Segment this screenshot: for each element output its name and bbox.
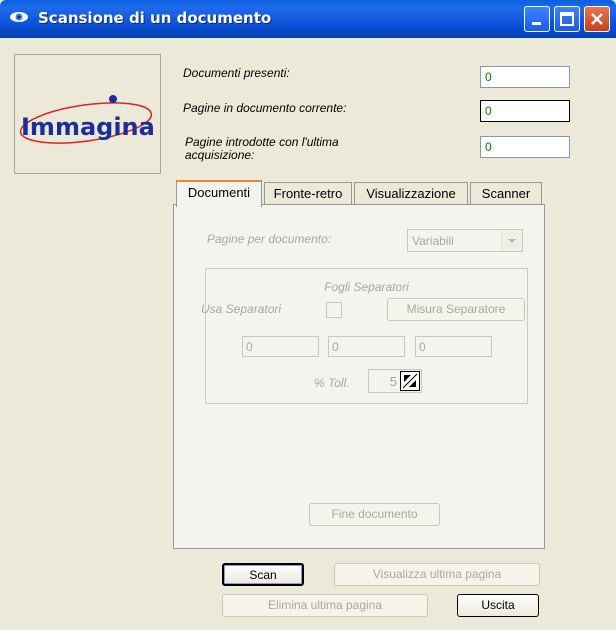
documents-count-field[interactable]: 0 [480, 66, 570, 88]
measure-value-2[interactable]: 0 [328, 336, 405, 357]
exit-label: Uscita [481, 598, 515, 612]
separator-group-title: Fogli Separatori [324, 280, 409, 294]
separator-sheets-group: Fogli Separatori Usa Separatori Misura S… [201, 268, 528, 404]
app-eye-icon [10, 12, 28, 22]
minimize-button[interactable] [524, 6, 550, 32]
end-document-button[interactable]: Fine documento [309, 503, 440, 526]
immagina-logo: Immagina [19, 95, 155, 144]
tolerance-spin-buttons[interactable] [400, 371, 420, 391]
maximize-icon [560, 12, 574, 26]
dropdown-arrow-button[interactable] [501, 231, 521, 250]
minimize-icon [532, 22, 541, 25]
maximize-button[interactable] [554, 6, 580, 32]
spin-up-down-icon [402, 373, 418, 389]
tab-scanner[interactable]: Scanner [470, 182, 542, 206]
use-separator-checkbox[interactable] [326, 302, 342, 318]
tab-fronte-retro[interactable]: Fronte-retro [264, 182, 352, 206]
title-bar[interactable]: Scansione di un documento [0, 0, 616, 38]
logo-text: Immagina [21, 113, 155, 141]
close-icon [591, 13, 603, 25]
scan-label: Scan [249, 568, 277, 582]
pages-per-document-select[interactable]: Variabili [407, 229, 523, 252]
exit-button[interactable]: Uscita [457, 594, 539, 617]
measure-separator-button[interactable]: Misura Separatore [387, 298, 525, 321]
window-title: Scansione di un documento [38, 9, 272, 27]
tolerance-value: 5 [389, 374, 397, 389]
tab-documenti[interactable]: Documenti [176, 180, 262, 207]
pages-current-label: Pagine in documento corrente: [183, 101, 347, 115]
end-document-label: Fine documento [331, 507, 418, 521]
tab-visualizzazione[interactable]: Visualizzazione [354, 182, 468, 206]
use-separator-label: Usa Separatori [201, 302, 282, 316]
delete-last-page-button[interactable]: Elimina ultima pagina [222, 594, 428, 617]
pages-last-acquisition-label: Pagine introdotte con l'ultima acquisizi… [185, 135, 339, 162]
logo-panel: Immagina [14, 54, 161, 174]
pages-last-acquisition-field[interactable]: 0 [480, 136, 570, 158]
pages-per-document-value: Variabili [412, 234, 454, 248]
tolerance-spinner[interactable]: 5 [368, 369, 422, 393]
view-last-page-button[interactable]: Visualizza ultima pagina [334, 563, 540, 586]
tolerance-label: % Toll. [314, 376, 350, 390]
documenti-tab-panel: Pagine per documento: Variabili Fogli Se… [173, 204, 545, 549]
delete-last-page-label: Elimina ultima pagina [267, 598, 383, 612]
pages-current-field[interactable]: 0 [480, 100, 570, 122]
close-button[interactable] [584, 6, 610, 32]
view-last-page-label: Visualizza ultima pagina [372, 567, 502, 581]
scan-button[interactable]: Scan [222, 563, 304, 586]
measure-value-3[interactable]: 0 [415, 336, 492, 357]
window-client-area: Immagina Documenti presenti: 0 Pagine in… [0, 38, 616, 630]
documents-count-label: Documenti presenti: [183, 66, 290, 80]
chevron-down-icon [508, 239, 516, 243]
pages-per-document-label: Pagine per documento: [207, 232, 332, 246]
measure-value-1[interactable]: 0 [242, 336, 319, 357]
